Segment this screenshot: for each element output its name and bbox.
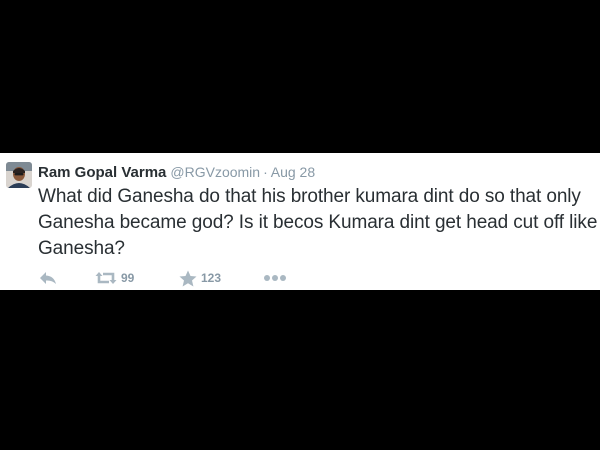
- retweet-icon: [95, 272, 117, 284]
- star-icon: [179, 270, 197, 286]
- tweet-text-line: What did Ganesha do that his brother kum…: [38, 186, 581, 207]
- author-name[interactable]: Ram Gopal Varma: [38, 164, 166, 181]
- favorite-button[interactable]: 123: [179, 269, 221, 287]
- tweet-timestamp[interactable]: Aug 28: [271, 164, 315, 180]
- retweet-count: 99: [121, 271, 135, 285]
- avatar[interactable]: [6, 162, 32, 188]
- tweet-text-line: Ganesha became god? Is it becos Kumara d…: [38, 212, 598, 233]
- more-dots-icon: [264, 275, 286, 281]
- tweet-text-line: Ganesha?: [38, 238, 125, 259]
- tweet-card: Ram Gopal Varma @RGVzoomin · Aug 28 What di…: [0, 153, 600, 290]
- author-handle[interactable]: @RGVzoomin: [170, 164, 260, 180]
- reply-icon: [40, 272, 56, 284]
- favorite-count: 123: [201, 271, 222, 285]
- avatar-photo: [6, 162, 32, 188]
- tweet-header: Ram Gopal Varma @RGVzoomin · Aug 28: [38, 163, 315, 182]
- retweet-button[interactable]: 99: [95, 269, 134, 287]
- more-button[interactable]: [263, 269, 287, 287]
- header-separator: ·: [263, 164, 268, 180]
- reply-button[interactable]: [38, 269, 58, 287]
- tweet-text: What did Ganesha do that his brother kum…: [38, 184, 600, 262]
